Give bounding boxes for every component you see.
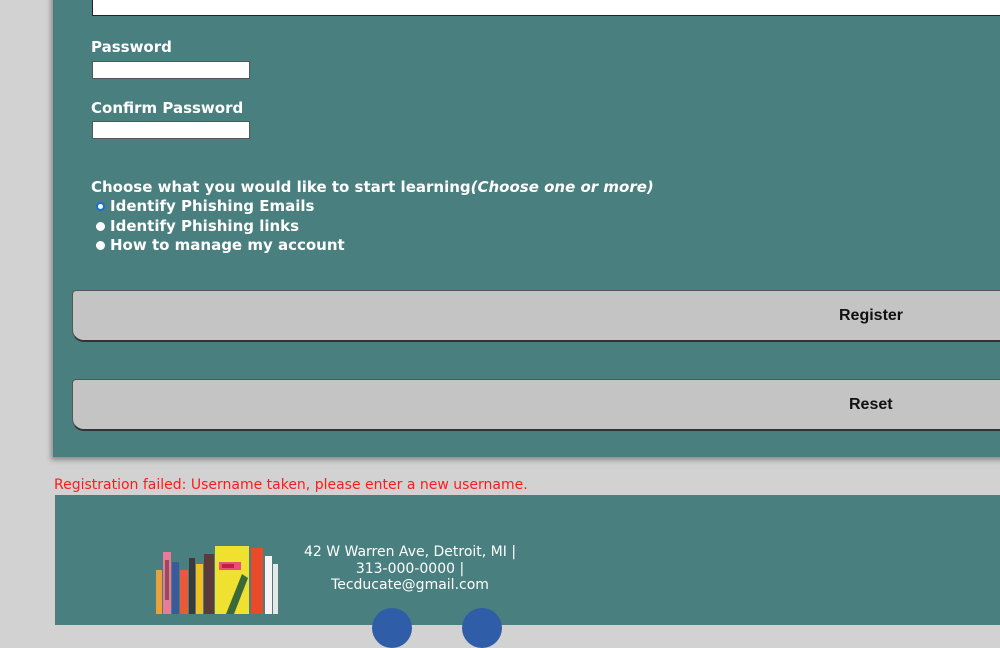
books-logo-icon [156, 546, 278, 614]
confirm-password-input[interactable] [92, 121, 250, 139]
option-label: How to manage my account [110, 236, 345, 254]
learning-prompt-text: Choose what you would like to start lear… [91, 178, 471, 196]
password-label: Password [91, 38, 172, 56]
learning-prompt: Choose what you would like to start lear… [91, 178, 654, 196]
confirm-password-label: Confirm Password [91, 99, 244, 117]
social-icon[interactable] [462, 608, 502, 648]
reset-button[interactable]: Reset [72, 379, 1000, 431]
social-icon[interactable] [372, 608, 412, 648]
radio-icon[interactable] [96, 240, 105, 250]
option-identify-phishing-emails[interactable]: Identify Phishing Emails [96, 197, 314, 215]
radio-icon[interactable] [96, 221, 105, 231]
previous-field-input[interactable] [92, 0, 1000, 16]
footer-phone: 313-000-0000 | [355, 560, 465, 577]
footer-address: 42 W Warren Ave, Detroit, MI | [303, 544, 517, 560]
radio-selected-icon[interactable] [96, 201, 105, 211]
footer-contact: 42 W Warren Ave, Detroit, MI | 313-000-0… [303, 544, 517, 594]
reset-button-label: Reset [849, 396, 893, 413]
option-label: Identify Phishing Emails [110, 197, 315, 215]
register-button[interactable]: Register [72, 290, 1000, 342]
register-button-label: Register [839, 307, 904, 324]
option-identify-phishing-links[interactable]: Identify Phishing links [96, 217, 299, 235]
learning-prompt-hint: (Choose one or more) [470, 178, 654, 196]
option-manage-account[interactable]: How to manage my account [96, 236, 345, 254]
error-message: Registration failed: Username taken, ple… [54, 477, 528, 493]
option-label: Identify Phishing links [110, 217, 300, 235]
footer-email[interactable]: Tecducate@gmail.com [303, 577, 517, 594]
password-input[interactable] [92, 61, 250, 79]
